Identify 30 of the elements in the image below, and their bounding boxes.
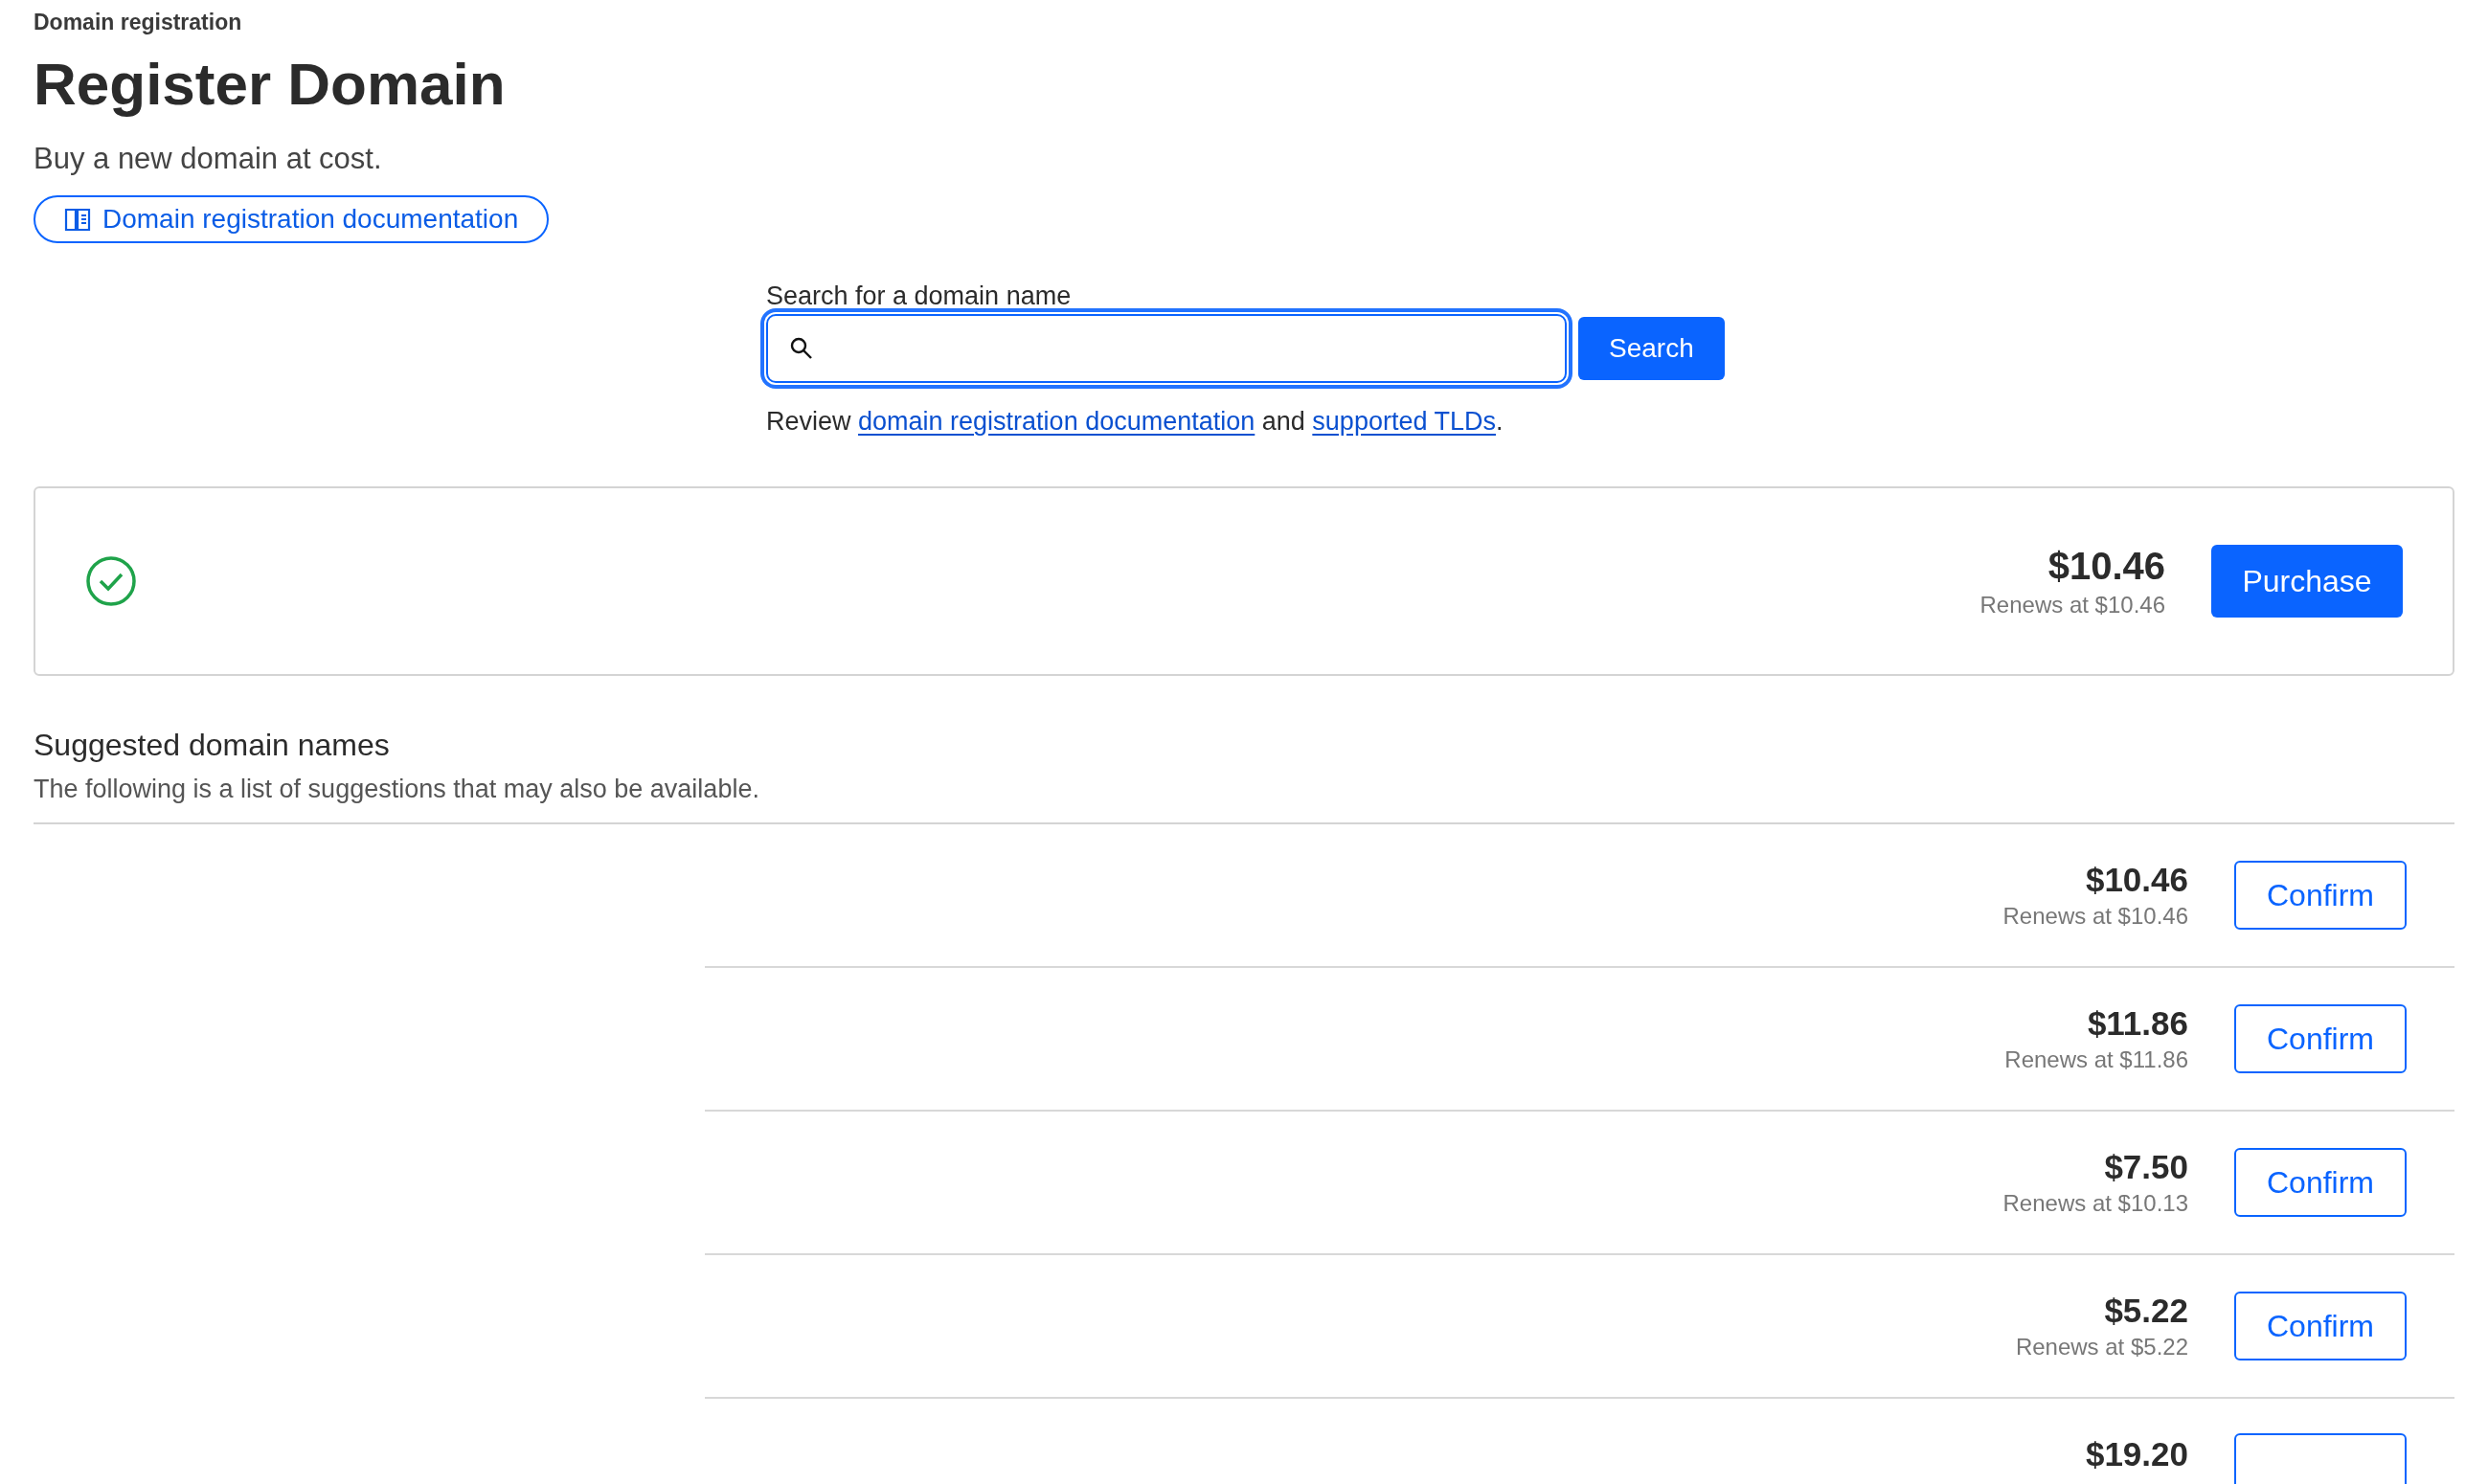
- confirm-button[interactable]: Confirm: [2234, 1292, 2407, 1360]
- confirm-button[interactable]: [2234, 1433, 2407, 1484]
- renewal-price: Renews at $10.13: [2002, 1189, 2188, 1218]
- search-button[interactable]: Search: [1578, 317, 1725, 380]
- price: $10.46: [2084, 860, 2188, 900]
- price: $10.46: [2047, 544, 2165, 589]
- renewal-price: Renews at $11.86: [2004, 1046, 2188, 1074]
- price: $19.20: [2085, 1434, 2188, 1474]
- price: $5.22: [2103, 1291, 2188, 1331]
- purchase-button[interactable]: Purchase: [2211, 545, 2403, 618]
- book-icon: [64, 207, 91, 232]
- documentation-link[interactable]: domain registration documentation: [858, 407, 1255, 436]
- confirm-button[interactable]: Confirm: [2234, 861, 2407, 930]
- confirm-button[interactable]: Confirm: [2234, 1148, 2407, 1217]
- tlds-link[interactable]: supported TLDs: [1312, 407, 1496, 436]
- page-title: Register Domain: [34, 50, 507, 119]
- page-subtitle: Buy a new domain at cost.: [34, 141, 383, 177]
- renewal-price: Renews at $5.22: [2015, 1333, 2188, 1361]
- breadcrumb: Domain registration: [34, 9, 243, 36]
- renewal-price: Renews at $10.46: [2002, 902, 2188, 931]
- search-label: Search for a domain name: [766, 281, 1073, 312]
- search-icon: [789, 336, 814, 361]
- price: $11.86: [2086, 1003, 2188, 1044]
- section-title: Suggested domain names: [34, 727, 391, 764]
- documentation-link[interactable]: Domain registration documentation: [34, 195, 550, 243]
- price: $7.50: [2103, 1147, 2188, 1187]
- section-description: The following is a list of suggestions that may also be available.: [34, 774, 760, 805]
- search-help-text: Review domain registration documentation and supported TLDs.: [766, 406, 1504, 438]
- renewal-price: Renews at $10.46: [1979, 591, 2165, 619]
- confirm-button[interactable]: Confirm: [2234, 1004, 2407, 1073]
